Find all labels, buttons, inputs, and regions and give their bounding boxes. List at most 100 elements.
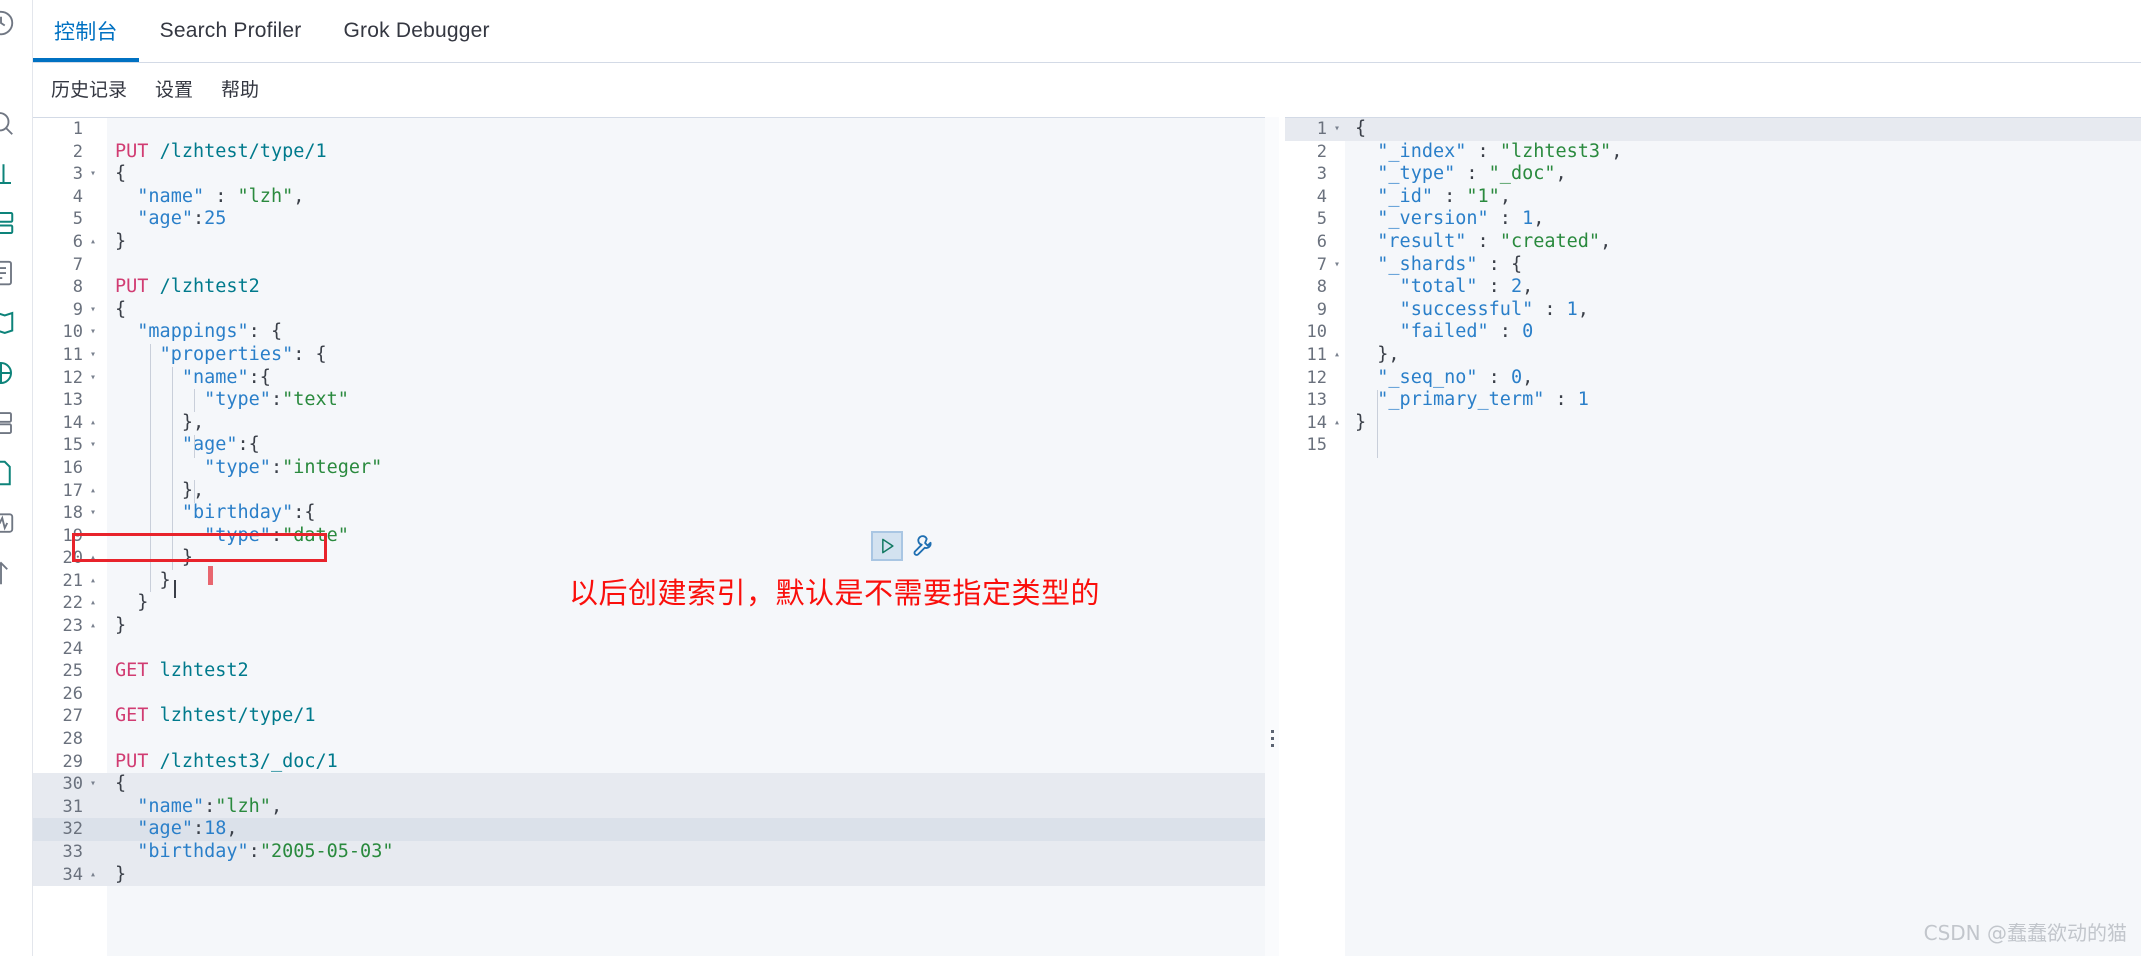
- code-line[interactable]: 5 "_version" : 1,: [1285, 208, 2141, 231]
- wrench-icon[interactable]: [909, 531, 939, 561]
- code-line[interactable]: 33 "birthday":"2005-05-03": [33, 841, 1265, 864]
- code-line[interactable]: 15 ▾ "age":{: [33, 434, 1265, 457]
- code-line[interactable]: 23 ▴}: [33, 615, 1265, 638]
- editor-code-area[interactable]: 1 2 PUT /lzhtest/type/1 3 ▾{4 "name" : "lzh"…: [33, 118, 1265, 887]
- code-line[interactable]: 6 "result" : "created",: [1285, 231, 2141, 254]
- code-line[interactable]: 2 PUT /lzhtest/type/1: [33, 141, 1265, 164]
- fold-toggle-icon[interactable]: ▾: [87, 434, 99, 457]
- code-line[interactable]: 16 "type":"integer": [33, 457, 1265, 480]
- code-line[interactable]: 9 ▾ {: [33, 299, 1265, 322]
- fold-toggle-icon[interactable]: ▾: [87, 773, 99, 796]
- code-line[interactable]: 19 "type":"date": [33, 525, 1265, 548]
- code-line[interactable]: 2 "_index" : "lzhtest3",: [1285, 141, 2141, 164]
- fold-toggle-icon[interactable]: ▾: [87, 299, 99, 322]
- code-line[interactable]: 12 ▾ "name":{: [33, 367, 1265, 390]
- code-line[interactable]: 8 PUT /lzhtest2: [33, 276, 1265, 299]
- fold-toggle-icon[interactable]: ▴: [87, 592, 99, 615]
- output-code-area[interactable]: 1 ▾{2 "_index" : "lzhtest3", 3 "_type" : "…: [1285, 118, 2141, 457]
- code-line[interactable]: 5 "age":25: [33, 208, 1265, 231]
- infrastructure-icon[interactable]: [0, 408, 16, 438]
- menu-settings[interactable]: 设置: [141, 75, 207, 102]
- apm-icon[interactable]: [0, 508, 16, 538]
- send-request-button[interactable]: [871, 531, 903, 561]
- code-line[interactable]: 29 PUT /lzhtest3/_doc/1: [33, 751, 1265, 774]
- code-line[interactable]: 14 ▴}: [1285, 412, 2141, 435]
- code-line[interactable]: 13 "type":"text": [33, 389, 1265, 412]
- canvas-icon[interactable]: [0, 258, 16, 288]
- output-indent-guide: [1377, 390, 1378, 458]
- tab-bar: 控制台 Search Profiler Grok Debugger: [33, 0, 2141, 63]
- menu-help[interactable]: 帮助: [207, 75, 273, 102]
- code-line[interactable]: 10 "failed" : 0: [1285, 321, 2141, 344]
- code-line[interactable]: 9 "successful" : 1,: [1285, 299, 2141, 322]
- discover-icon[interactable]: [0, 108, 16, 138]
- fold-toggle-icon[interactable]: ▴: [1331, 412, 1343, 435]
- panel-resizer[interactable]: [1265, 117, 1279, 956]
- fold-toggle-icon[interactable]: ▴: [87, 412, 99, 435]
- fold-toggle-icon[interactable]: ▾: [87, 367, 99, 390]
- code-line[interactable]: 4 "_id" : "1",: [1285, 186, 2141, 209]
- clock-icon[interactable]: [0, 8, 16, 38]
- code-line[interactable]: 7 ▾ "_shards" : {: [1285, 254, 2141, 277]
- response-panel[interactable]: 1 ▾{2 "_index" : "lzhtest3", 3 "_type" : "…: [1285, 117, 2141, 956]
- code-line[interactable]: 25 GET lzhtest2: [33, 660, 1265, 683]
- code-line[interactable]: 32 "age":18,: [33, 818, 1265, 841]
- code-line[interactable]: 28: [33, 728, 1265, 751]
- code-line[interactable]: 34 ▴}: [33, 863, 1265, 887]
- code-line[interactable]: 26: [33, 683, 1265, 706]
- line-number: 13: [62, 390, 83, 411]
- dashboard-icon[interactable]: [0, 208, 16, 238]
- maps-icon[interactable]: [0, 308, 16, 338]
- fold-toggle-icon[interactable]: ▾: [87, 344, 99, 367]
- tab-console[interactable]: 控制台: [33, 0, 139, 62]
- fold-toggle-icon[interactable]: ▾: [1331, 254, 1343, 277]
- fold-toggle-icon[interactable]: ▴: [87, 615, 99, 638]
- line-number: 15: [62, 435, 83, 456]
- code-line[interactable]: 4 "name" : "lzh",: [33, 186, 1265, 209]
- request-editor-panel[interactable]: 1 2 PUT /lzhtest/type/1 3 ▾{4 "name" : "lzh"…: [33, 117, 1265, 956]
- code-line[interactable]: 10 ▾ "mappings": {: [33, 321, 1265, 344]
- code-line[interactable]: 12 "_seq_no" : 0,: [1285, 367, 2141, 390]
- fold-toggle-icon[interactable]: ▴: [1331, 344, 1343, 367]
- code-line[interactable]: 13 "_primary_term" : 1: [1285, 389, 2141, 412]
- tab-search-profiler[interactable]: Search Profiler: [139, 0, 323, 62]
- code-line[interactable]: 20 ▴ }: [33, 547, 1265, 570]
- fold-toggle-icon[interactable]: ▴: [87, 231, 99, 254]
- fold-toggle-icon[interactable]: ▴: [87, 480, 99, 503]
- fold-toggle-icon[interactable]: ▾: [87, 502, 99, 525]
- fold-toggle-icon[interactable]: ▾: [1331, 118, 1343, 141]
- code-line[interactable]: 11 ▴ },: [1285, 344, 2141, 367]
- code-line[interactable]: 30 ▾ {: [33, 773, 1265, 796]
- code-line[interactable]: 27 GET lzhtest/type/1: [33, 705, 1265, 728]
- fold-toggle-icon[interactable]: ▴: [87, 570, 99, 593]
- code-line[interactable]: 3 ▾ {: [33, 163, 1265, 186]
- code-line[interactable]: 24: [33, 638, 1265, 661]
- code-line[interactable]: 17 ▴ },: [33, 480, 1265, 503]
- line-content: "properties": {: [159, 343, 327, 365]
- menu-history[interactable]: 历史记录: [37, 75, 141, 102]
- uptime-icon[interactable]: [0, 558, 16, 588]
- code-line[interactable]: 14 ▴ },: [33, 412, 1265, 435]
- fold-toggle-icon[interactable]: ▾: [87, 163, 99, 186]
- code-line[interactable]: 31 "name":"lzh",: [33, 795, 1265, 819]
- code-line[interactable]: 18 ▾ "birthday":{: [33, 502, 1265, 525]
- line-content: "birthday":"2005-05-03": [137, 841, 394, 862]
- code-line[interactable]: 1 ▾ {: [1285, 118, 2141, 141]
- tab-grok-debugger[interactable]: Grok Debugger: [323, 0, 511, 62]
- ml-icon[interactable]: [0, 358, 16, 388]
- visualize-icon[interactable]: [0, 158, 16, 188]
- code-line[interactable]: 11 ▾ "properties": {: [33, 344, 1265, 367]
- fold-toggle-icon[interactable]: ▾: [87, 321, 99, 344]
- line-content: "_id" : "1",: [1377, 185, 1511, 207]
- code-line[interactable]: 7: [33, 254, 1265, 277]
- indent-guide-4: [194, 435, 195, 458]
- fold-toggle-icon[interactable]: ▴: [87, 864, 99, 887]
- code-line[interactable]: 6 ▴}: [33, 231, 1265, 254]
- request-actions: [871, 531, 939, 561]
- code-line[interactable]: 15: [1285, 434, 2141, 457]
- code-line[interactable]: 8 "total" : 2,: [1285, 276, 2141, 299]
- code-line[interactable]: 3 "_type" : "_doc",: [1285, 163, 2141, 186]
- logs-icon[interactable]: [0, 458, 16, 488]
- fold-toggle-icon[interactable]: ▴: [87, 547, 99, 570]
- code-line[interactable]: 1: [33, 118, 1265, 141]
